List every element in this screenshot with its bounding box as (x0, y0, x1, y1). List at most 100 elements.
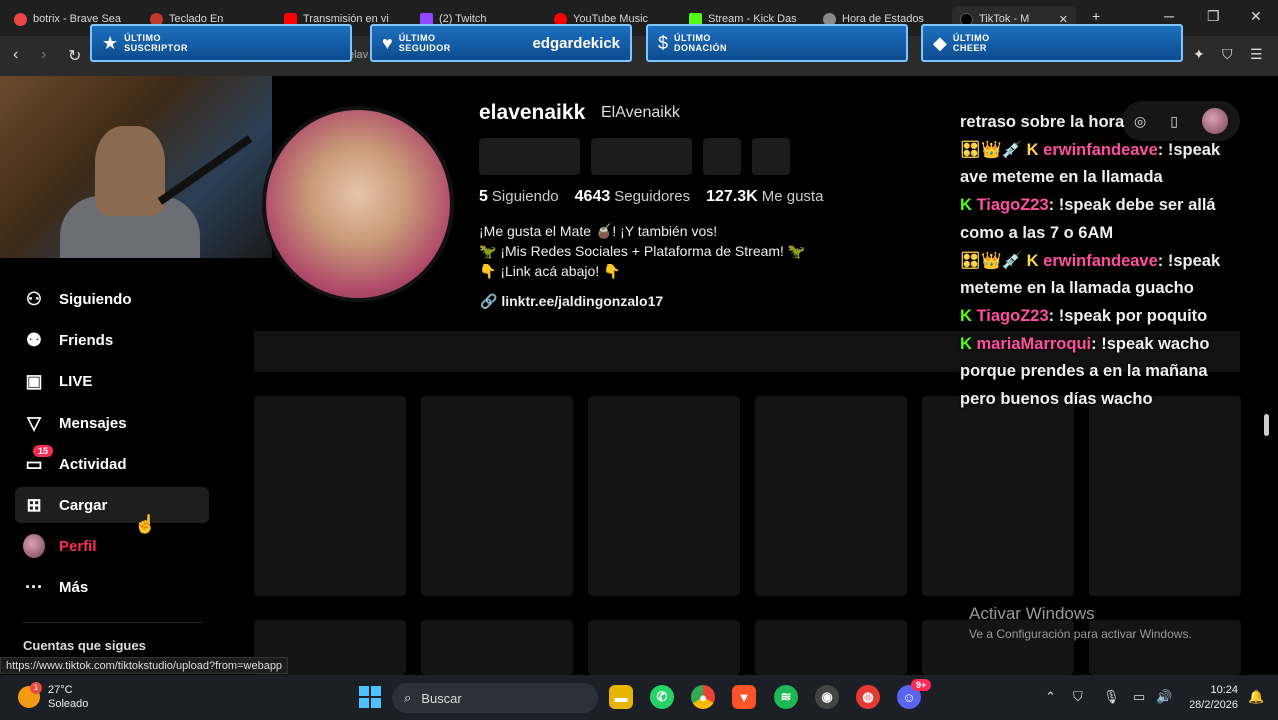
brave-taskbar-icon[interactable]: ▼ (732, 685, 756, 709)
video-tile[interactable] (254, 396, 406, 596)
last-cheer-alert: ◆ ÚLTIMO CHEER (921, 24, 1183, 62)
send-icon: ▽ (27, 412, 41, 433)
chat-badges: K (960, 196, 972, 215)
notification-badge: 15 (33, 445, 54, 457)
close-window-icon[interactable]: ✕ (1250, 8, 1262, 25)
link-status-bar: https://www.tiktok.com/tiktokstudio/uplo… (0, 657, 289, 674)
spotify-icon[interactable]: ≋ (774, 685, 798, 709)
obs-icon[interactable]: ◉ (815, 685, 839, 709)
video-tile[interactable] (922, 396, 1074, 596)
chat-message: 🎛👑💉 K erwinfandeave: !speak ave meteme e… (960, 140, 1221, 187)
video-tile[interactable] (755, 396, 907, 596)
live-tv-icon: ▣ (25, 370, 43, 391)
edit-profile-button[interactable] (479, 138, 580, 175)
brave-icon (14, 12, 27, 26)
windows-activation-notice: Activar Windows Ve a Configuración para … (969, 604, 1192, 641)
network-icon[interactable]: ▭ (1133, 689, 1145, 705)
friends-icon: ⚉ (25, 329, 43, 350)
chat-username: erwinfandeave (1043, 140, 1158, 159)
video-tile[interactable] (755, 620, 907, 675)
chrome-icon[interactable]: ● (691, 685, 715, 709)
diamond-icon: ◆ (933, 32, 947, 53)
app-icon[interactable]: ◍ (856, 685, 880, 709)
system-clock[interactable]: 10:24 28/2/2026 (1186, 683, 1238, 713)
inbox-icon: ▭ 15 (23, 445, 54, 475)
chat-message: K TiagoZ23: !speak debe ser allá como a … (960, 196, 1216, 242)
chat-badges: 🎛👑💉 K (960, 251, 1039, 270)
profile-link[interactable]: 🔗 linktr.ee/jaldingonzalo17 (480, 293, 663, 310)
promote-button[interactable] (591, 138, 692, 175)
file-explorer-icon[interactable]: ▬ (609, 685, 633, 709)
forward-icon[interactable]: › (41, 46, 46, 64)
video-tile[interactable] (588, 396, 740, 596)
profile-picture[interactable] (262, 106, 454, 302)
person-plus-icon: ⚇ (25, 288, 43, 309)
chat-badges: 🎛👑💉 K (960, 140, 1039, 159)
microphone-icon[interactable]: 🎙 (1103, 689, 1120, 705)
chat-line: retraso sobre la hora (960, 113, 1125, 131)
divider (23, 622, 203, 623)
brave-rewards-icon[interactable]: ✦ (1193, 46, 1205, 63)
profile-nickname: ElAvenaikk (601, 104, 680, 121)
sidebar-item-cargar[interactable]: ⊞ Cargar (15, 487, 209, 523)
share-button[interactable] (752, 138, 790, 175)
weather-badge: 1 (30, 682, 42, 694)
sidebar-item-siguiendo[interactable]: ⚇ Siguiendo (15, 281, 209, 317)
video-tile[interactable] (1089, 396, 1241, 596)
back-icon[interactable]: ‹ (13, 46, 18, 64)
chat-username: erwinfandeave (1043, 251, 1158, 270)
chat-username: mariaMarroqui (976, 334, 1092, 353)
chat-message: 🎛👑💉 K erwinfandeave: !speak meteme en la… (960, 251, 1221, 298)
last-follower-alert: ♥ ÚLTIMO SEGUIDOR edgardekick (370, 24, 632, 62)
search-icon: ⌕ (404, 690, 412, 705)
streamer-face (95, 126, 165, 216)
followers-stat[interactable]: 4643 Seguidores (575, 188, 690, 206)
notifications-icon[interactable]: 🔔 (1248, 689, 1264, 705)
minimize-icon[interactable]: ─ (1164, 8, 1174, 24)
chat-text: !speak por poquito (1058, 306, 1208, 325)
last-donation-alert: $ ÚLTIMO DONACIÓN (646, 24, 908, 62)
webcam-overlay (0, 76, 272, 258)
brave-shield-icon[interactable]: ⛉ (1222, 46, 1233, 63)
page-scrollbar[interactable] (1264, 414, 1269, 436)
avatar-icon (23, 534, 45, 558)
chat-badges: K (960, 306, 972, 325)
following-accounts-heading: Cuentas que sigues (23, 638, 146, 653)
maximize-icon[interactable]: ❐ (1207, 8, 1220, 25)
plus-square-icon: ⊞ (26, 494, 42, 515)
hand-cursor-icon: ☝ (134, 514, 157, 534)
reload-icon[interactable]: ↻ (68, 46, 81, 66)
discord-icon[interactable]: ☺ 9+ (897, 679, 932, 709)
sidebar-item-mas[interactable]: ··· Más (15, 569, 209, 605)
following-stat[interactable]: 5 Siguiendo (479, 188, 559, 206)
video-tile[interactable] (588, 620, 740, 675)
likes-stat: 127.3K Me gusta (706, 188, 824, 205)
video-tile[interactable] (421, 620, 573, 675)
volume-icon[interactable]: 🔊 (1156, 689, 1172, 705)
windows-taskbar: 1 27°C Soleado ⌕ Buscar ▬ ✆ ● ▼ ≋ ◉ ◍ ☺ 9+… (0, 675, 1278, 720)
dollar-icon: $ (658, 32, 669, 53)
chat-message: K mariaMarroqui: !speak wacho porque pre… (960, 334, 1210, 409)
taskbar-search[interactable]: ⌕ Buscar (392, 683, 598, 713)
defender-icon[interactable]: ⛉ (1073, 689, 1083, 705)
windows-start-icon[interactable] (359, 686, 381, 708)
sidebar-item-perfil[interactable]: Perfil (15, 528, 209, 564)
star-icon: ★ (102, 32, 119, 53)
sidebar-item-live[interactable]: ▣ LIVE (15, 363, 209, 399)
new-tab-icon[interactable]: + (1092, 8, 1100, 24)
whatsapp-icon[interactable]: ✆ (650, 685, 674, 709)
chevron-up-icon[interactable]: ⌃ (1045, 689, 1056, 705)
sidebar: ⚇ Siguiendo ⚉ Friends ▣ LIVE ▽ Mensajes … (0, 258, 230, 660)
sidebar-item-mensajes[interactable]: ▽ Mensajes (15, 405, 209, 441)
chat-username: TiagoZ23 (976, 306, 1049, 325)
video-tile[interactable] (421, 396, 573, 596)
chat-badges: K (960, 334, 972, 353)
last-subscriber-alert: ★ ÚLTIMO SUSCRIPTOR (90, 24, 352, 62)
menu-icon[interactable]: ☰ (1250, 46, 1263, 63)
profile-stats: 5 Siguiendo 4643 Seguidores 127.3K Me gusta (479, 188, 823, 206)
sidebar-item-actividad[interactable]: ▭ 15 Actividad (15, 445, 209, 482)
sidebar-item-friends[interactable]: ⚉ Friends (15, 322, 209, 358)
settings-button[interactable] (703, 138, 741, 175)
chat-username: TiagoZ23 (976, 196, 1049, 215)
weather-widget[interactable]: 1 27°C Soleado (18, 682, 88, 711)
